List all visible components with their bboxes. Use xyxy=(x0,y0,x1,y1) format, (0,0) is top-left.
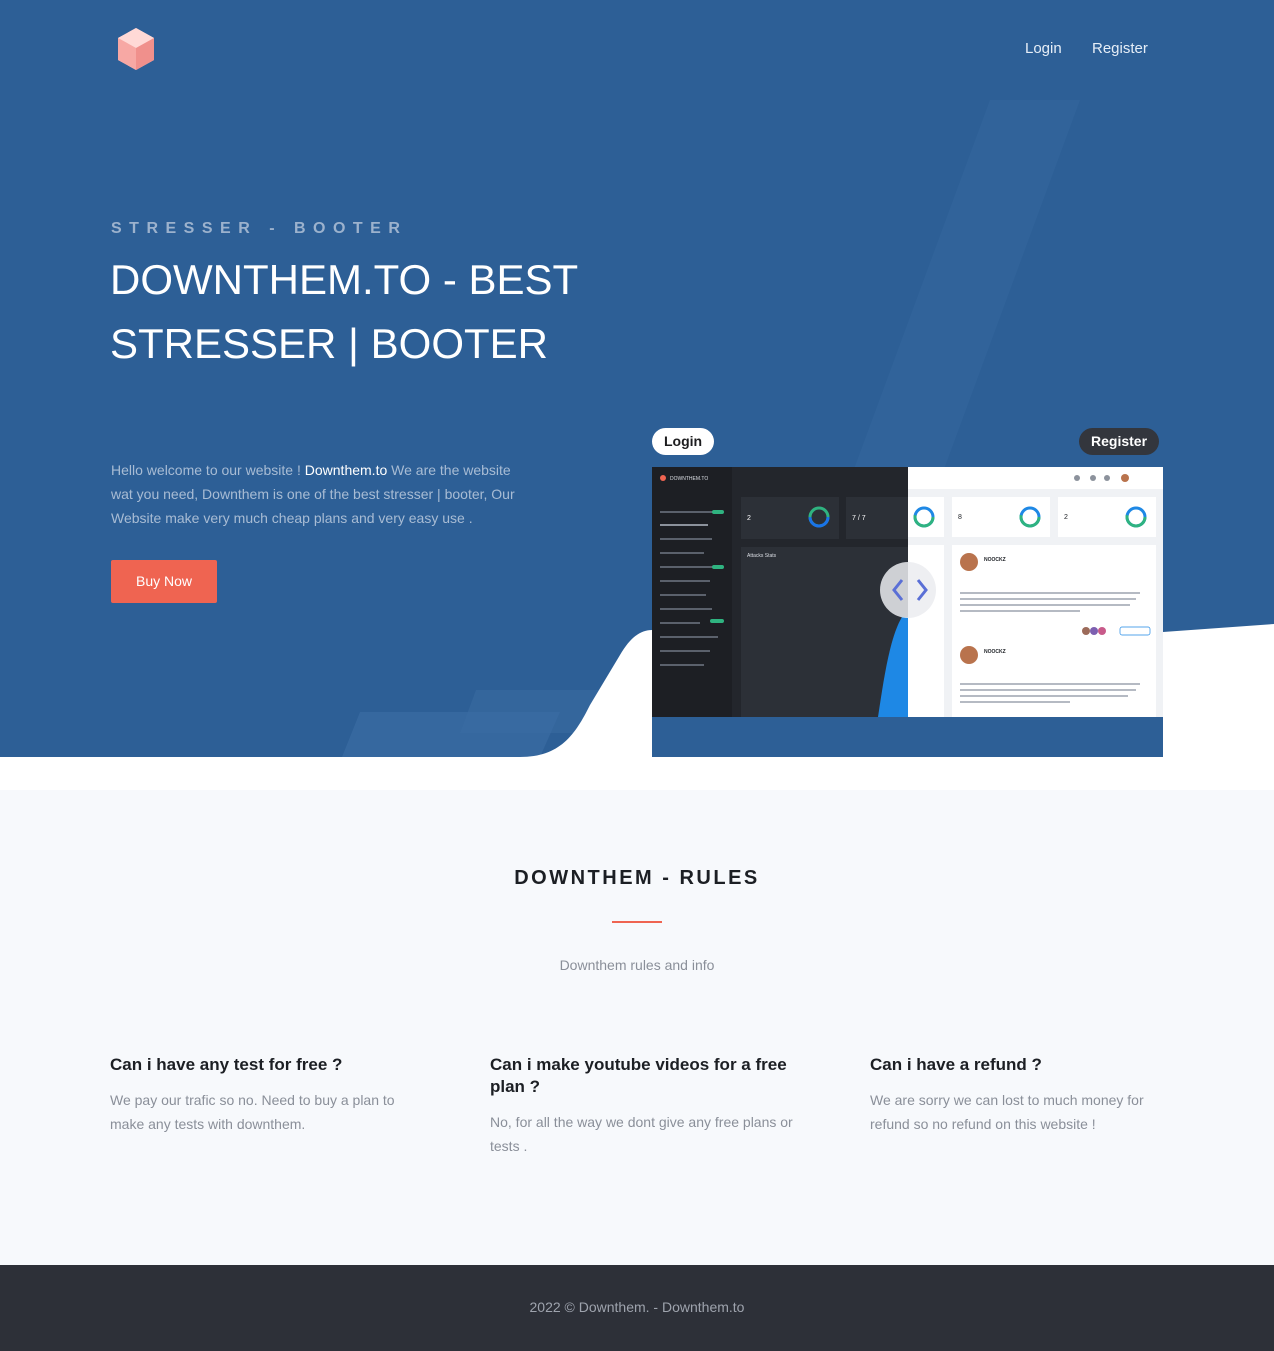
faq-answer: We are sorry we can lost to much money f… xyxy=(870,1092,1144,1132)
preview-post-author-1: NOOCKZ xyxy=(984,557,1006,563)
preview-dark-chart-title: Attacks Stats xyxy=(747,553,777,559)
faq-answer: No, for all the way we dont give any fre… xyxy=(490,1114,793,1154)
preview-light-dashboard: 8 2 NOOCKZ NOOCKZ xyxy=(908,467,1163,717)
hero-text-intro: Hello welcome to our website ! xyxy=(111,462,305,478)
preview-dark-dashboard: DOWNTHEM.TO 2 7 / 7 Attacks Stats xyxy=(652,467,908,717)
faq-answer: We pay our trafic so no. Need to buy a p… xyxy=(110,1092,395,1132)
hero-title: DOWNTHEM.TO - BEST STRESSER | BOOTER xyxy=(110,256,578,367)
cube-icon[interactable] xyxy=(114,26,158,72)
hero-text-highlight: Downthem.to xyxy=(304,462,388,478)
preview-post-author-2: NOOCKZ xyxy=(984,649,1006,655)
preview-dark-stat-2: 7 / 7 xyxy=(852,515,866,522)
preview-dark-brand: DOWNTHEM.TO xyxy=(670,476,708,482)
hero-diagonal-stripe xyxy=(850,100,1080,480)
rules-title-underline xyxy=(612,921,662,923)
preview-register-label: Register xyxy=(1079,428,1160,455)
faq-item: Can i have any test for free ? We pay ou… xyxy=(110,1054,420,1136)
preview-dark-stat-1: 2 xyxy=(747,515,751,522)
preview-light-stat-2: 2 xyxy=(1064,514,1068,521)
preview-light-stat-1: 8 xyxy=(958,514,962,521)
faq-item: Can i have a refund ? We are sorry we ca… xyxy=(870,1054,1160,1136)
rules-subtitle: Downthem rules and info xyxy=(559,957,715,973)
buy-now-button[interactable]: Buy Now xyxy=(111,560,217,603)
hero-eyebrow: STRESSER - BOOTER xyxy=(111,220,408,237)
nav-login-link[interactable]: Login xyxy=(1025,40,1062,57)
faq-item: Can i make youtube videos for a free pla… xyxy=(490,1054,800,1158)
faq-question: Can i have any test for free ? xyxy=(110,1055,343,1074)
preview-login-label: Login xyxy=(652,428,715,455)
preview-light-art: 8 2 NOOCKZ NOOCKZ xyxy=(908,467,1163,717)
rules-title: DOWNTHEM - RULES xyxy=(514,867,760,889)
hero-wave-fill xyxy=(0,757,1274,790)
hero-description: Hello welcome to our website ! Downthem.… xyxy=(111,458,531,530)
footer-copyright: 2022 © Downthem. - Downthem.to xyxy=(529,1299,745,1315)
faq-question: Can i make youtube videos for a free pla… xyxy=(490,1055,787,1096)
hero-section: Login Register STRESSER - BOOTER DOWNTHE… xyxy=(0,0,1274,790)
chevron-left-right-icon xyxy=(892,579,928,601)
nav-register-link[interactable]: Register xyxy=(1092,40,1148,57)
compare-slider-handle[interactable] xyxy=(880,562,936,618)
preview-dark-art: DOWNTHEM.TO 2 7 / 7 Attacks Stats xyxy=(652,467,908,717)
faq-question: Can i have a refund ? xyxy=(870,1055,1042,1074)
